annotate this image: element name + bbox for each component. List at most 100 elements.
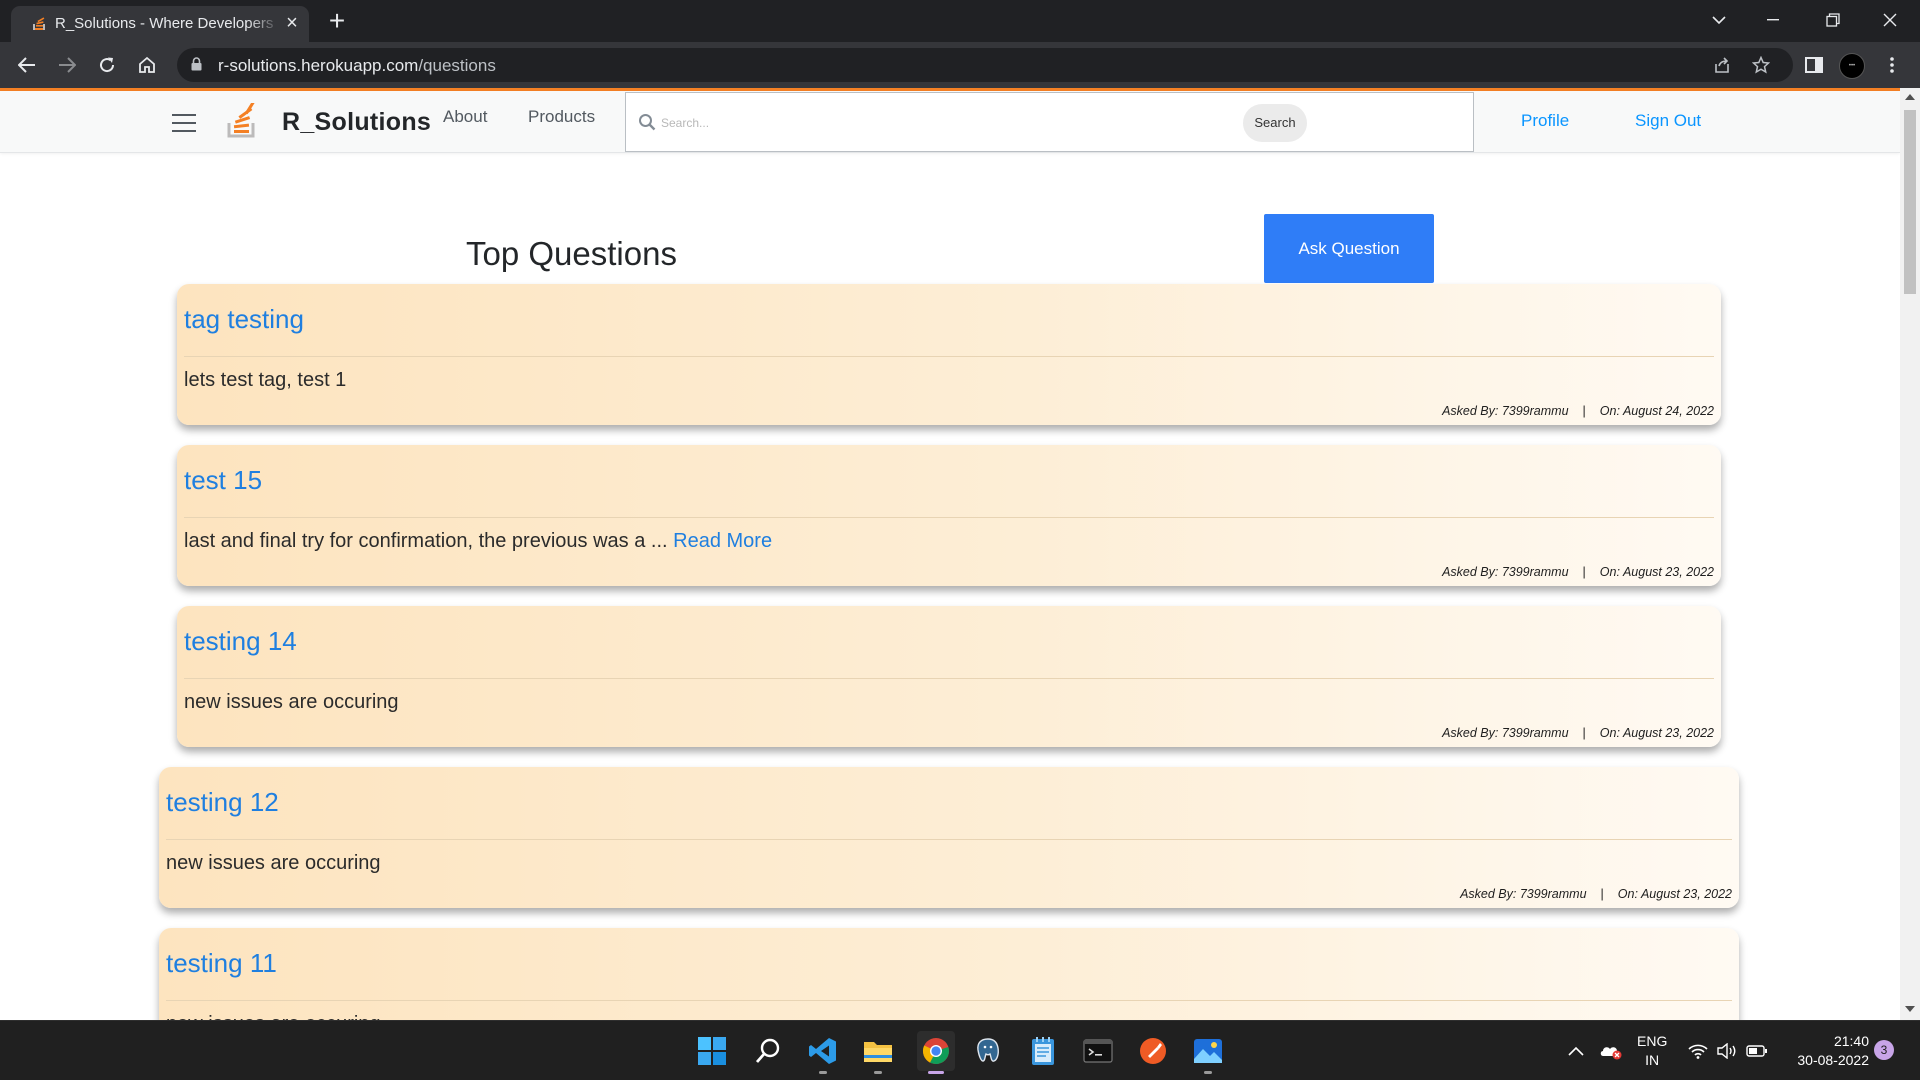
postgresql-icon[interactable] <box>972 1035 1004 1067</box>
asked-by-label: Asked By: <box>1442 726 1499 740</box>
card-divider <box>166 1000 1732 1001</box>
question-meta: Asked By: 7399rammu | On: August 23, 2022 <box>1442 565 1714 579</box>
tab-close-icon[interactable]: × <box>281 12 303 34</box>
bookmark-star-icon[interactable] <box>1752 56 1770 74</box>
notification-badge[interactable]: 3 <box>1874 1040 1894 1060</box>
card-divider <box>184 356 1714 357</box>
question-title[interactable]: testing 12 <box>166 787 279 818</box>
taskbar-search-icon[interactable] <box>752 1035 784 1067</box>
chrome-menu-icon[interactable] <box>1878 51 1906 79</box>
question-card[interactable]: testing 14 new issues are occuring Asked… <box>177 606 1721 747</box>
site-navbar: R_Solutions About Products Search Profil… <box>0 91 1900 153</box>
card-divider <box>184 517 1714 518</box>
clock[interactable]: 21:40 30-08-2022 <box>1785 1021 1869 1080</box>
question-title[interactable]: test 15 <box>184 465 262 496</box>
meta-separator: | <box>1582 565 1586 579</box>
profile-avatar-icon[interactable]: ••• <box>1839 53 1865 79</box>
on-label: On: <box>1599 726 1620 740</box>
on-label: On: <box>1599 404 1620 418</box>
tray-overflow-chevron-icon[interactable] <box>1568 1021 1584 1080</box>
question-date: August 23, 2022 <box>1622 726 1714 740</box>
address-bar[interactable]: r-solutions.herokuapp.com/questions <box>177 48 1793 82</box>
card-divider <box>184 678 1714 679</box>
search-bar: Search <box>625 92 1474 152</box>
chrome-taskbar-icon[interactable] <box>917 1031 955 1071</box>
question-meta: Asked By: 7399rammu | On: August 24, 2022 <box>1442 404 1714 418</box>
home-icon[interactable] <box>133 51 161 79</box>
profile-link[interactable]: Profile <box>1521 111 1569 131</box>
question-body: new issues are occuring <box>184 691 399 713</box>
search-button[interactable]: Search <box>1243 104 1307 142</box>
nav-link-about[interactable]: About <box>443 107 487 127</box>
question-author: 7399rammu <box>1519 887 1587 901</box>
logo-icon[interactable] <box>226 103 258 139</box>
battery-icon[interactable] <box>1746 1021 1768 1080</box>
read-more-link[interactable]: Read More <box>673 530 772 552</box>
minimize-icon[interactable] <box>1745 0 1801 40</box>
sign-out-link[interactable]: Sign Out <box>1635 111 1701 131</box>
terminal-icon[interactable] <box>1082 1035 1114 1067</box>
scroll-down-arrow-icon[interactable] <box>1905 1006 1915 1012</box>
ask-question-button[interactable]: Ask Question <box>1264 214 1434 283</box>
tab-title: R_Solutions - Where Developers Learn <box>55 15 277 32</box>
language-indicator[interactable]: ENG IN <box>1637 1021 1667 1080</box>
browser-toolbar: r-solutions.herokuapp.com/questions ••• <box>0 42 1920 88</box>
question-title[interactable]: testing 11 <box>166 948 277 979</box>
question-card[interactable]: test 15 last and final try for confirmat… <box>177 445 1721 586</box>
vscode-icon[interactable] <box>807 1035 839 1067</box>
question-body: new issues are occuring <box>166 852 381 874</box>
clock-time: 21:40 <box>1833 1033 1869 1049</box>
region-code: IN <box>1645 1052 1660 1068</box>
onedrive-error-icon[interactable] <box>1599 1021 1623 1080</box>
scroll-up-arrow-icon[interactable] <box>1905 94 1915 100</box>
brand-name[interactable]: R_Solutions <box>282 108 431 137</box>
wifi-icon[interactable] <box>1688 1021 1708 1080</box>
tab-search-chevron-icon[interactable] <box>1691 0 1747 40</box>
photos-icon[interactable] <box>1192 1035 1224 1067</box>
new-tab-icon[interactable]: + <box>322 6 352 36</box>
asked-by-label: Asked By: <box>1442 404 1499 418</box>
lock-icon <box>191 57 202 71</box>
side-panel-icon[interactable] <box>1800 51 1828 79</box>
chrome-active-indicator <box>928 1071 944 1074</box>
on-label: On: <box>1599 565 1620 579</box>
question-date: August 23, 2022 <box>1640 887 1732 901</box>
meta-separator: | <box>1582 726 1586 740</box>
back-icon[interactable] <box>13 51 41 79</box>
question-meta: Asked By: 7399rammu | On: August 23, 2022 <box>1460 887 1732 901</box>
reload-icon[interactable] <box>93 51 121 79</box>
file-explorer-icon[interactable] <box>862 1035 894 1067</box>
question-excerpt: last and final try for confirmation, the… <box>184 530 772 553</box>
browser-tab[interactable]: R_Solutions - Where Developers Learn × <box>11 6 309 42</box>
on-label: On: <box>1617 887 1638 901</box>
search-icon <box>639 114 656 131</box>
search-input[interactable] <box>661 111 1241 135</box>
site-favicon-icon <box>33 17 45 30</box>
share-icon[interactable] <box>1713 56 1731 74</box>
clock-date: 30-08-2022 <box>1797 1052 1869 1068</box>
restore-icon[interactable] <box>1805 0 1861 40</box>
nav-link-products[interactable]: Products <box>528 107 595 127</box>
close-window-icon[interactable] <box>1862 0 1918 40</box>
question-excerpt: new issues are occuring <box>166 852 381 875</box>
windows-taskbar: ENG IN 21:40 30-08-2022 <box>0 1020 1920 1080</box>
question-date: August 24, 2022 <box>1622 404 1714 418</box>
notepad-icon[interactable] <box>1027 1035 1059 1067</box>
scrollbar-thumb[interactable] <box>1904 110 1916 294</box>
question-card[interactable]: tag testing lets test tag, test 1 Asked … <box>177 284 1721 425</box>
explorer-running-indicator <box>874 1071 882 1074</box>
question-title[interactable]: tag testing <box>184 304 304 335</box>
question-title[interactable]: testing 14 <box>184 626 297 657</box>
question-excerpt: lets test tag, test 1 <box>184 369 346 392</box>
question-card[interactable]: testing 12 new issues are occuring Asked… <box>159 767 1739 908</box>
language-code: ENG <box>1637 1033 1668 1049</box>
page-title: Top Questions <box>466 235 677 272</box>
volume-icon[interactable] <box>1717 1021 1737 1080</box>
forward-icon[interactable] <box>53 51 81 79</box>
page-scrollbar[interactable] <box>1900 88 1920 1020</box>
windows-start-icon[interactable] <box>696 1035 728 1067</box>
postman-icon[interactable] <box>1137 1035 1169 1067</box>
url-text: r-solutions.herokuapp.com/questions <box>218 56 496 76</box>
hamburger-menu-icon[interactable] <box>172 114 196 132</box>
url-host: r-solutions.herokuapp.com <box>218 56 419 75</box>
